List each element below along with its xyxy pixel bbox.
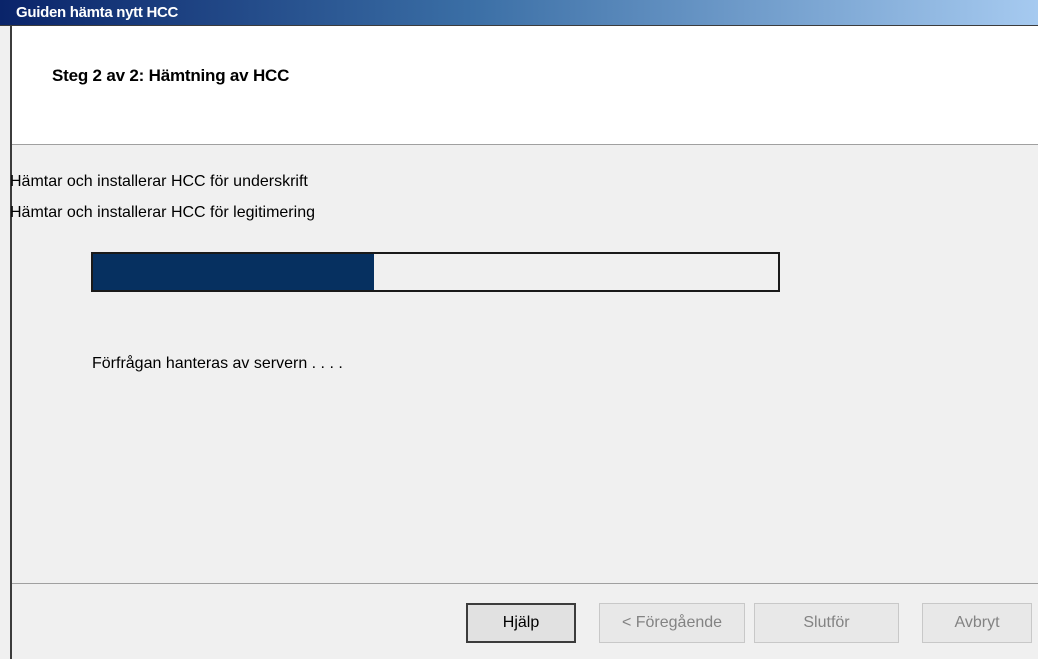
wizard-header: Steg 2 av 2: Hämtning av HCC: [12, 26, 1038, 145]
finish-button[interactable]: Slutför: [754, 603, 899, 643]
cancel-button[interactable]: Avbryt: [922, 603, 1032, 643]
status-line-authentication: Hämtar och installerar HCC för legitimer…: [10, 204, 315, 221]
footer-divider: [12, 583, 1038, 584]
progress-bar: [91, 252, 780, 292]
status-line-signature: Hämtar och installerar HCC för underskri…: [10, 173, 308, 190]
progress-bar-fill: [93, 254, 374, 290]
help-button[interactable]: Hjälp: [466, 603, 576, 643]
previous-button[interactable]: < Föregående: [599, 603, 745, 643]
window-title: Guiden hämta nytt HCC: [16, 4, 179, 21]
server-status-text: Förfrågan hanteras av servern . . . .: [92, 355, 343, 372]
title-bar[interactable]: Guiden hämta nytt HCC: [0, 0, 1038, 26]
wizard-window: Guiden hämta nytt HCC Steg 2 av 2: Hämtn…: [0, 0, 1038, 659]
step-title: Steg 2 av 2: Hämtning av HCC: [52, 66, 290, 85]
